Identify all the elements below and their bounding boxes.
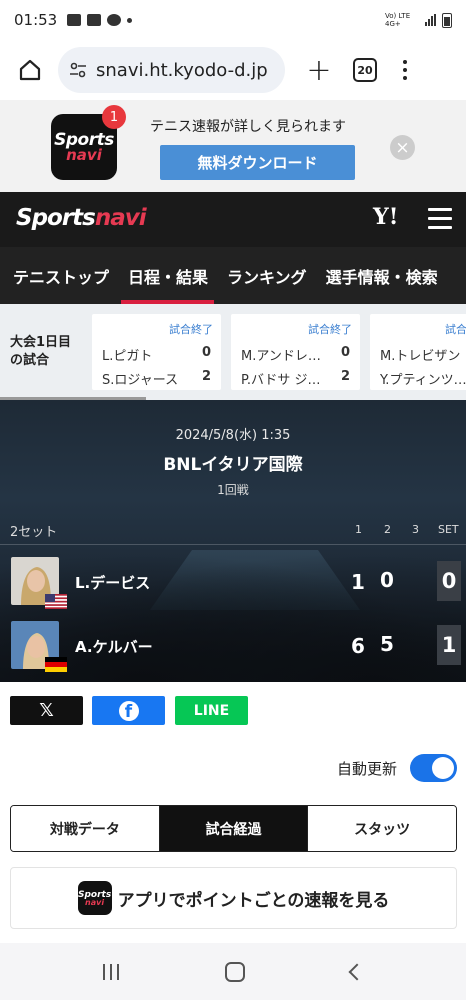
day-label: 大会1日目 の試合 (10, 335, 72, 368)
player-name: L.ピガト (102, 349, 153, 364)
menu-icon[interactable] (428, 208, 452, 229)
player-score: 0 (201, 345, 211, 360)
player-name: M.アンドレ… (241, 349, 321, 364)
tab-player-search[interactable]: 選手情報・検索 (313, 247, 444, 304)
set-header: 1 (355, 523, 362, 536)
share-line-button[interactable]: LINE (175, 696, 248, 725)
app-logo-icon: Sports navi (77, 881, 112, 915)
close-icon: × (395, 137, 410, 158)
tab-rankings[interactable]: ランキング (214, 247, 313, 304)
notification-badge: 1 (102, 105, 126, 129)
match-datetime: 2024/5/8(水) 1:35 (175, 428, 291, 443)
germany-flag-icon (45, 657, 67, 672)
tab-match-progress[interactable]: 試合経過 (159, 806, 309, 851)
set-score: 6 (351, 634, 365, 658)
auto-update-toggle[interactable] (410, 754, 457, 782)
home-nav-button[interactable] (225, 961, 245, 982)
system-nav-bar (0, 943, 466, 1000)
set-header: 3 (412, 523, 419, 536)
app-notification-icon (87, 14, 102, 26)
site-logo[interactable]: Sportsnavi (16, 205, 147, 231)
set-score: 0 (380, 568, 394, 592)
crowd-background (0, 552, 466, 682)
address-bar[interactable]: snavi.ht.kyodo-d.jp (58, 47, 285, 93)
player-name: S.ロジャース (102, 373, 179, 388)
scoreboard: 2024/5/8(水) 1:35 BNLイタリア国際 1回戦 2セット 1 2 … (0, 400, 466, 682)
signal-icon (425, 14, 436, 26)
tab-schedule-results[interactable]: 日程・結果 (115, 247, 215, 304)
app-cta-button[interactable]: Sports navi アプリでポイントごとの速報を見る (10, 867, 457, 929)
player-name[interactable]: L.デービス (75, 572, 150, 593)
browser-toolbar: snavi.ht.kyodo-d.jp + 20 (0, 40, 466, 100)
home-icon (19, 59, 41, 81)
player-name: Y.プティンツ… (380, 373, 466, 388)
site-settings-icon[interactable] (68, 60, 88, 80)
set-score: 1 (351, 570, 365, 594)
network-label: Vo) LTE 4G+ (385, 12, 411, 28)
browser-menu-button[interactable] (403, 60, 407, 80)
more-dot-icon (127, 17, 133, 23)
match-status: 試合 (445, 323, 466, 336)
player-name: M.トレビザン (380, 349, 461, 364)
match-card[interactable]: 試合終了 M.アンドレ… 0 P.バドサ ジ… 2 (231, 314, 360, 390)
player-score: 0 (340, 345, 350, 360)
player-name: P.バドサ ジ… (241, 373, 321, 388)
auto-update-label: 自動更新 (337, 760, 398, 778)
gallery-icon (67, 14, 82, 26)
match-format: 2セット (10, 525, 58, 540)
player-score: 2 (201, 369, 211, 384)
sets-won: 0 (437, 561, 461, 601)
dnd-icon (107, 14, 122, 26)
home-button[interactable] (10, 50, 50, 90)
site-header: Sportsnavi Y! (0, 192, 466, 247)
banner-text: テニス速報が詳しく見られます (150, 119, 346, 135)
set-header: 2 (384, 523, 391, 536)
new-tab-button[interactable]: + (299, 53, 339, 88)
tab-head-to-head[interactable]: 対戦データ (11, 806, 160, 851)
set-header: SET (438, 523, 459, 536)
divider (0, 544, 466, 545)
url-text: snavi.ht.kyodo-d.jp (96, 59, 268, 81)
share-x-button[interactable]: 𝕏 (10, 696, 83, 725)
set-score: 5 (380, 632, 394, 656)
usa-flag-icon (45, 594, 67, 609)
match-round: 1回戦 (217, 483, 249, 497)
facebook-icon: f (118, 700, 139, 721)
back-button[interactable] (348, 963, 366, 980)
tab-stats[interactable]: スタッツ (308, 806, 456, 851)
battery-icon (442, 12, 452, 28)
x-icon: 𝕏 (39, 700, 54, 721)
sets-won: 1 (437, 625, 461, 665)
match-card[interactable]: 試合 M.トレビザン Y.プティンツ… (370, 314, 466, 390)
close-banner-button[interactable]: × (390, 135, 415, 160)
notification-icons (67, 14, 133, 26)
match-view-tabs: 対戦データ 試合経過 スタッツ (10, 805, 457, 852)
match-card[interactable]: 試合終了 L.ピガト 0 S.ロジャース 2 (92, 314, 221, 390)
share-facebook-button[interactable]: f (92, 696, 165, 725)
status-bar: 01:53 Vo) LTE 4G+ (0, 0, 466, 40)
match-status: 試合終了 (169, 323, 213, 336)
player-name[interactable]: A.ケルバー (75, 636, 153, 657)
tab-tennis-top[interactable]: テニストップ (0, 247, 115, 304)
tournament-title: BNLイタリア国際 (163, 455, 303, 475)
recents-button[interactable] (103, 963, 119, 980)
download-button[interactable]: 無料ダウンロード (160, 145, 355, 180)
day-matches-strip[interactable]: 大会1日目 の試合 試合終了 L.ピガト 0 S.ロジャース 2 試合終了 M.アン… (0, 304, 466, 400)
sport-nav-tabs: テニストップ 日程・結果 ランキング 選手情報・検索 (0, 247, 466, 304)
match-status: 試合終了 (308, 323, 352, 336)
status-time: 01:53 (14, 11, 58, 29)
yahoo-logo[interactable]: Y! (373, 204, 398, 230)
tab-switcher-button[interactable]: 20 (353, 58, 377, 82)
player-score: 2 (340, 369, 350, 384)
app-cta-text: アプリでポイントごとの速報を見る (117, 890, 390, 911)
